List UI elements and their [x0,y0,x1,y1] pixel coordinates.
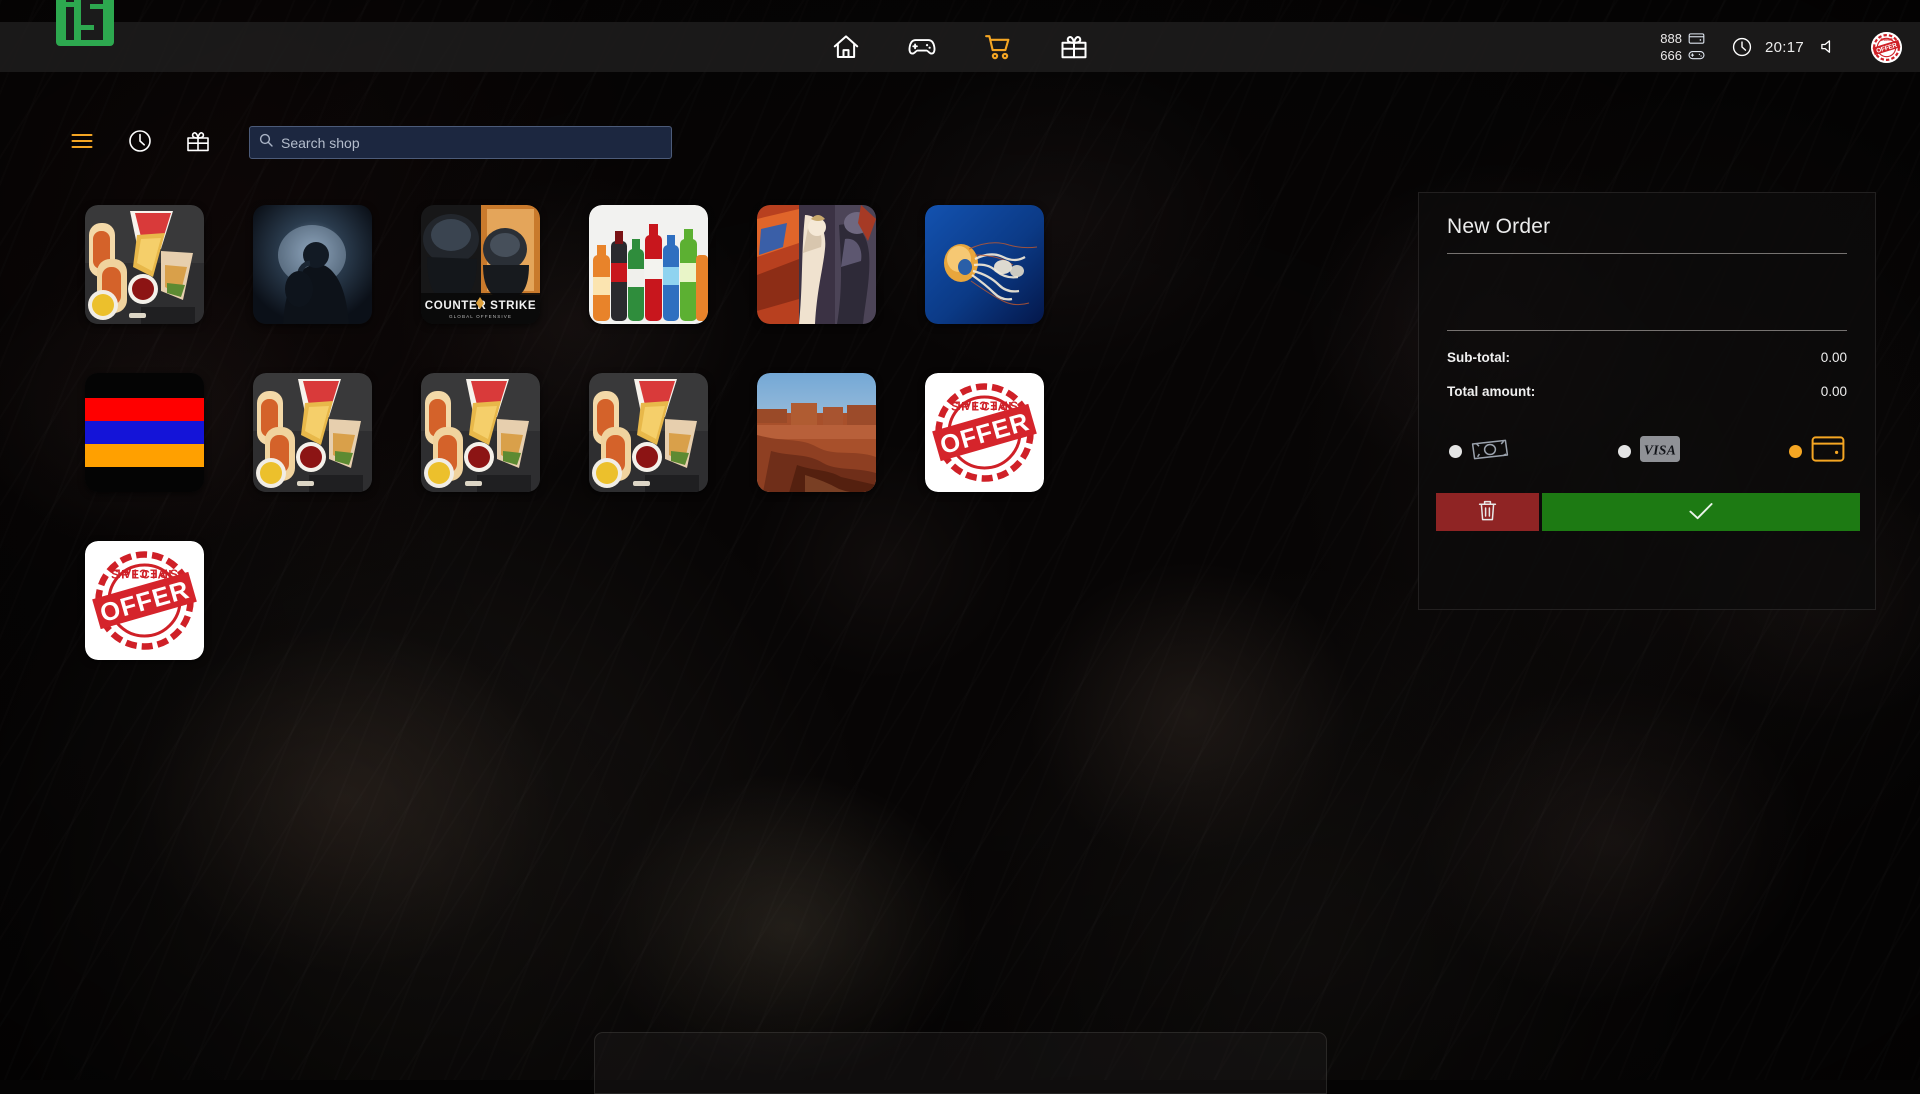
hamburger-icon[interactable] [69,128,95,154]
radio-cash[interactable] [1449,445,1462,458]
product-tile[interactable] [85,373,204,492]
wallet-icon [1688,32,1705,45]
clock-icon[interactable] [1731,36,1753,58]
divider-bottom [1447,330,1847,331]
shop-toolbar [0,110,1920,172]
avatar[interactable]: OFFER SPECIAL SPECIAL [1871,32,1902,63]
product-tile[interactable]: SPECIAL SPECIAL OFFER [85,541,204,660]
gift-icon[interactable] [1059,32,1089,62]
payment-option-card[interactable]: VISA [1618,436,1680,467]
svg-text:GLOBAL OFFENSIVE: GLOBAL OFFENSIVE [449,314,512,319]
gamepad-small-icon [1688,49,1705,62]
banknote-icon [1471,439,1509,465]
visa-icon: VISA [1640,436,1680,467]
gift-icon[interactable] [185,128,211,154]
wallet-icon [1811,435,1845,468]
radio-card[interactable] [1618,445,1631,458]
home-icon[interactable] [831,32,861,62]
new-order-panel: New Order Sub-total: 0.00 Total amount: … [1418,192,1876,610]
order-actions [1436,493,1860,531]
speaker-icon[interactable] [1820,39,1837,55]
top-navigation-bar: 888 666 [0,22,1920,72]
total-row: Total amount: 0.00 [1447,384,1847,399]
product-tile[interactable] [757,373,876,492]
svg-text:VISA: VISA [1644,442,1676,457]
cart-items-list [1419,254,1875,316]
product-tile[interactable] [85,205,204,324]
clock-display: 20:17 [1731,36,1837,58]
main-nav [0,22,1920,72]
product-tile[interactable] [925,205,1044,324]
radio-wallet[interactable] [1789,445,1802,458]
svg-text:SPECIAL: SPECIAL [951,399,1018,411]
subtotal-label: Sub-total: [1447,350,1510,365]
total-label: Total amount: [1447,384,1535,399]
subtotal-value: 0.00 [1821,350,1847,365]
user-stats: 888 666 [1660,32,1705,62]
points-value: 666 [1660,49,1682,62]
delete-order-button[interactable] [1436,493,1539,531]
product-tile[interactable]: COUNTER STRIKE GLOBAL OFFENSIVE [421,205,540,324]
topbar-right-cluster: 888 666 [1660,22,1902,72]
balance-value: 888 [1660,32,1682,45]
product-tile[interactable]: SPECIAL SPECIAL OFFER [925,373,1044,492]
svg-text:SPECIAL: SPECIAL [111,567,178,579]
product-grid: COUNTER STRIKE GLOBAL OFFENSIVE [85,205,1145,660]
product-tile[interactable] [589,373,708,492]
check-icon [1688,501,1714,524]
app-logo[interactable] [54,0,116,48]
order-totals: Sub-total: 0.00 Total amount: 0.00 [1419,350,1875,399]
gamepad-icon[interactable] [907,32,937,62]
product-tile[interactable] [253,205,372,324]
total-value: 0.00 [1821,384,1847,399]
confirm-order-button[interactable] [1542,493,1860,531]
payment-option-wallet[interactable] [1789,435,1845,468]
current-time: 20:17 [1765,39,1804,56]
bottom-drawer-panel[interactable] [594,1032,1327,1094]
svg-text:SPECIAL: SPECIAL [1880,37,1893,41]
product-tile[interactable] [589,205,708,324]
payment-option-cash[interactable] [1449,439,1509,465]
subtotal-row: Sub-total: 0.00 [1447,350,1847,365]
stat-balance: 888 [1660,32,1705,45]
cart-icon[interactable] [983,32,1013,62]
trash-icon [1477,499,1498,525]
product-tile[interactable] [253,373,372,492]
panel-title: New Order [1419,193,1875,239]
stat-points: 666 [1660,49,1705,62]
product-tile[interactable] [757,205,876,324]
product-tile[interactable] [421,373,540,492]
history-clock-icon[interactable] [127,128,153,154]
payment-methods: VISA [1419,435,1875,468]
